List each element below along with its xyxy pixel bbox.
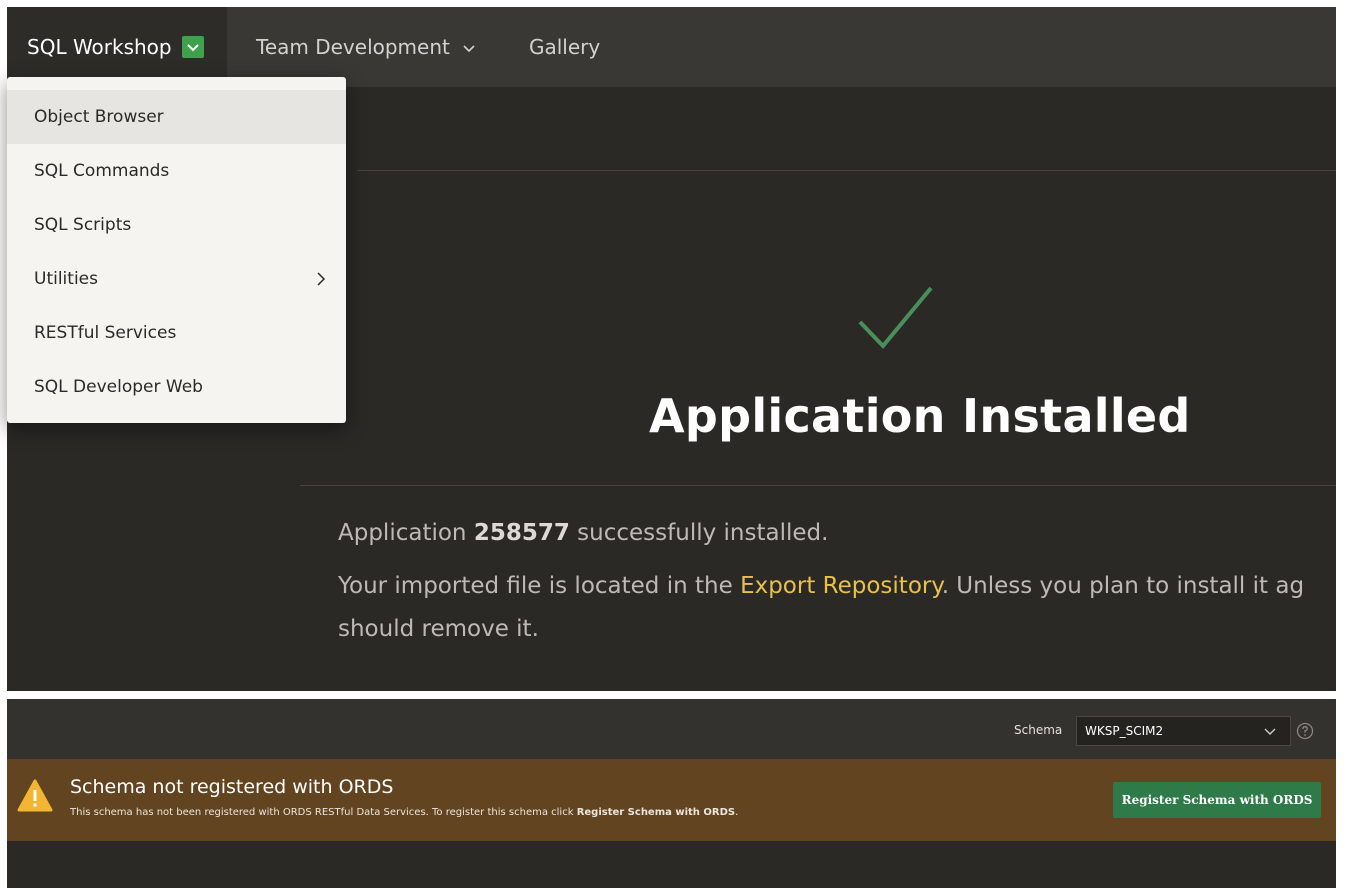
menu-item-restful-services[interactable]: RESTful Services [7,306,346,360]
menu-item-sql-scripts[interactable]: SQL Scripts [7,198,346,252]
sql-workshop-menu: Object Browser SQL Commands SQL Scripts … [7,77,346,423]
restful-services-screen: Schema WKSP_SCIM2 Schema not registered … [7,699,1336,888]
register-schema-button[interactable]: Register Schema with ORDS [1113,782,1321,818]
warning-description-end: . [735,807,739,818]
schema-select-value: WKSP_SCIM2 [1085,724,1164,738]
nav-sql-workshop[interactable]: SQL Workshop [7,7,227,87]
repository-message: Your imported file is located in the Exp… [338,573,1304,599]
menu-item-label: SQL Scripts [34,215,132,235]
divider [300,485,1336,486]
warning-description-action: Register Schema with ORDS [576,807,736,818]
page-title: Application Installed [649,389,1191,443]
menu-item-object-browser[interactable]: Object Browser [7,90,346,144]
warning-description-text: This schema has not been registered with… [70,807,574,818]
warning-title: Schema not registered with ORDS [70,776,394,798]
chevron-down-icon[interactable] [181,36,204,58]
menu-item-label: SQL Developer Web [34,377,203,397]
warning-triangle-icon [17,779,53,817]
checkmark-icon [855,284,935,358]
top-navbar: SQL Workshop Team Development Gallery [7,7,1336,87]
application-id: 258577 [473,520,570,546]
install-message: Application 258577 successfully installe… [338,520,828,546]
menu-item-sql-commands[interactable]: SQL Commands [7,144,346,198]
chevron-down-icon [1264,726,1276,740]
chevron-down-icon [462,35,476,59]
repository-message-prefix: Your imported file is located in the [338,573,733,599]
schema-toolbar: Schema WKSP_SCIM2 [7,699,1336,759]
menu-item-sql-developer-web[interactable]: SQL Developer Web [7,360,346,414]
repository-message-suffix: . Unless you plan to install it ag [941,573,1305,599]
chevron-right-icon [316,271,326,292]
nav-gallery-label: Gallery [529,35,601,59]
warning-alert: Schema not registered with ORDS This sch… [7,759,1336,841]
repository-message-end: should remove it. [338,616,539,642]
nav-team-development[interactable]: Team Development [256,7,476,87]
install-message-suffix: successfully installed. [577,520,829,546]
menu-item-label: SQL Commands [34,161,170,181]
divider [357,170,1336,171]
nav-gallery[interactable]: Gallery [529,7,600,87]
export-repository-link[interactable]: Export Repository [740,573,942,599]
schema-select[interactable]: WKSP_SCIM2 [1076,716,1291,746]
schema-label: Schema [1014,723,1063,737]
help-circle-icon[interactable] [1296,722,1314,744]
nav-team-development-label: Team Development [256,35,450,59]
menu-item-label: Object Browser [34,107,164,127]
menu-item-label: Utilities [34,269,98,289]
install-message-prefix: Application [338,520,467,546]
nav-sql-workshop-label: SQL Workshop [27,35,172,59]
menu-item-utilities[interactable]: Utilities [7,252,346,306]
menu-item-label: RESTful Services [34,323,177,343]
warning-description: This schema has not been registered with… [70,807,738,818]
